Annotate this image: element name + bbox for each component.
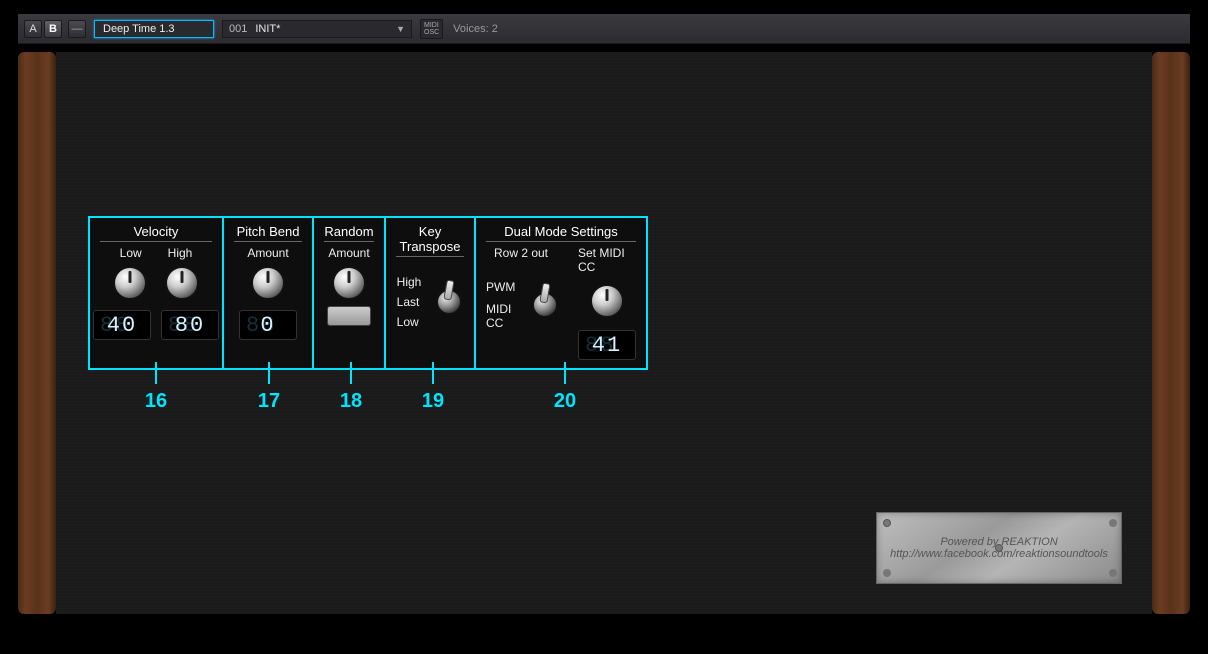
callout-18: 18: [314, 362, 388, 413]
preset-dropdown[interactable]: 001 INIT* ▼: [222, 20, 412, 38]
section-title: Velocity: [100, 224, 212, 242]
section-title: Key Transpose: [396, 224, 464, 257]
wood-side-left: [18, 52, 56, 614]
set-midi-cc-knob[interactable]: [590, 284, 624, 318]
plaque-line2: http://www.facebook.com/reaktionsoundtoo…: [890, 548, 1108, 560]
setmidicc-label: Set MIDI CC: [578, 246, 636, 274]
callout-19: 19: [388, 362, 478, 413]
preset-number: 001: [229, 23, 247, 35]
pwm-label: PWM: [486, 280, 523, 294]
velocity-low-display[interactable]: 8840: [93, 310, 151, 340]
pitchbend-amount-knob[interactable]: [251, 266, 285, 300]
velocity-high-label: High: [168, 246, 193, 260]
key-transpose-switch[interactable]: [435, 282, 463, 322]
midi-osc-toggle[interactable]: MIDI OSC: [420, 19, 443, 39]
random-trigger-button[interactable]: [327, 306, 371, 326]
a-button[interactable]: A: [24, 20, 42, 38]
callout-16: 16: [88, 362, 224, 413]
velocity-low-knob[interactable]: [113, 266, 147, 300]
pitchbend-amount-label: Amount: [247, 246, 288, 260]
section-dual-mode: Dual Mode Settings Row 2 out PWM MIDI CC: [474, 216, 648, 370]
key-last-label: Last: [397, 295, 422, 309]
minus-button[interactable]: —: [68, 20, 86, 38]
key-low-label: Low: [397, 315, 422, 329]
velocity-low-label: Low: [120, 246, 142, 260]
panel-face: Velocity Low High 8840 8880 Pitch Bend A…: [56, 52, 1152, 614]
section-title: Pitch Bend: [234, 224, 302, 242]
random-amount-knob[interactable]: [332, 266, 366, 300]
callout-20: 20: [478, 362, 652, 413]
preset-name-field[interactable]: Deep Time 1.3: [94, 20, 214, 38]
instrument-panel: Velocity Low High 8840 8880 Pitch Bend A…: [18, 52, 1190, 614]
row2out-label: Row 2 out: [494, 246, 548, 260]
random-amount-label: Amount: [328, 246, 369, 260]
section-random: Random Amount: [312, 216, 386, 370]
row2out-switch[interactable]: [533, 285, 556, 325]
midicc-label: MIDI CC: [486, 302, 523, 330]
voices-label: Voices: 2: [453, 23, 498, 35]
ab-switch: A B: [24, 20, 62, 38]
midi-cc-display[interactable]: 8841: [578, 330, 636, 360]
section-key-transpose: Key Transpose High Last Low: [384, 216, 476, 370]
b-button[interactable]: B: [44, 20, 62, 38]
key-high-label: High: [397, 275, 422, 289]
chevron-down-icon: ▼: [396, 24, 405, 34]
section-title: Random: [324, 224, 374, 242]
velocity-high-display[interactable]: 8880: [161, 310, 219, 340]
section-pitch-bend: Pitch Bend Amount 880: [222, 216, 314, 370]
wood-side-right: [1152, 52, 1190, 614]
section-title: Dual Mode Settings: [486, 224, 636, 242]
brand-plaque: Powered by REAKTION http://www.facebook.…: [876, 512, 1122, 584]
pitchbend-display[interactable]: 880: [239, 310, 297, 340]
preset-label: INIT*: [255, 23, 280, 35]
plaque-line1: Powered by REAKTION: [940, 536, 1057, 548]
section-velocity: Velocity Low High 8840 8880: [88, 216, 224, 370]
velocity-high-knob[interactable]: [165, 266, 199, 300]
top-toolbar: A B — Deep Time 1.3 001INIT* ▼ MIDI OSC …: [18, 14, 1190, 44]
callout-17: 17: [224, 362, 314, 413]
